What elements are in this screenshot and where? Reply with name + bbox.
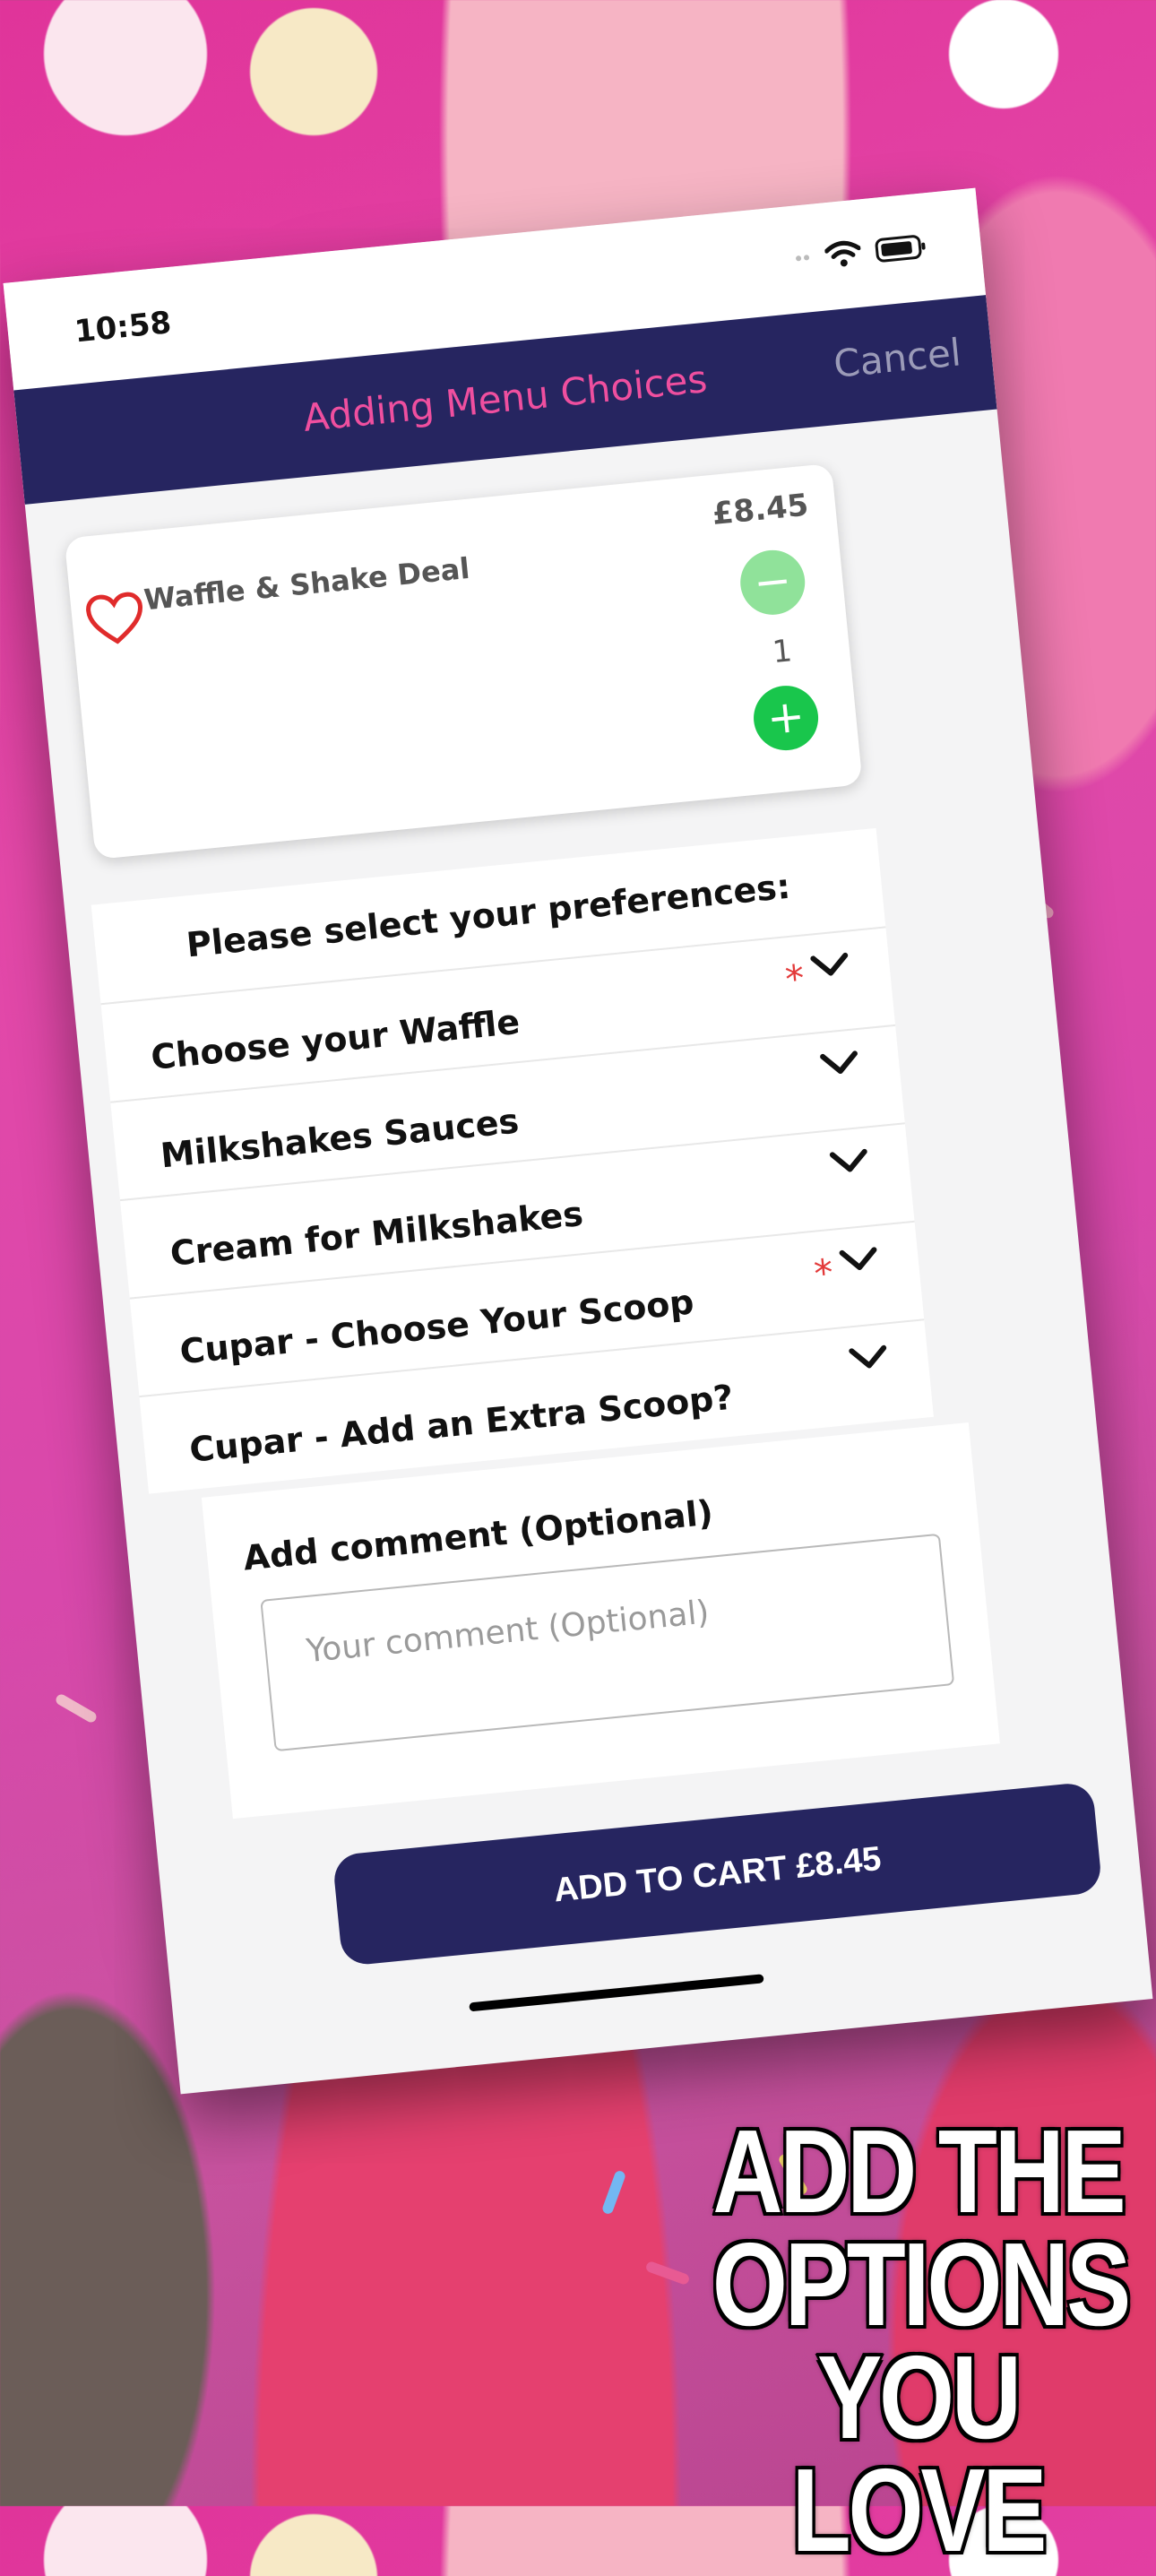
status-time: 10:58 (73, 305, 173, 350)
wifi-icon (824, 240, 861, 267)
preferences-section: Please select your preferences: Choose y… (91, 827, 934, 1494)
tagline-line: YOU LOVE (789, 2331, 1049, 2576)
chevron-down-icon[interactable] (838, 1244, 880, 1275)
tagline-line: ADD THE (711, 2105, 1128, 2237)
sprinkle-decoration (54, 1692, 99, 1725)
promo-tagline: ADD THE OPTIONS YOU LOVE (710, 2105, 1133, 2576)
chevron-down-icon[interactable] (819, 1048, 861, 1078)
chevron-down-icon[interactable] (828, 1145, 870, 1176)
home-indicator (469, 1974, 764, 2012)
product-price: £8.45 (711, 487, 810, 532)
chevron-down-icon[interactable] (809, 950, 851, 981)
sprinkle-decoration (644, 2260, 691, 2286)
battery-icon (875, 235, 926, 263)
increase-quantity-button[interactable]: + (750, 682, 822, 754)
signal-icon (796, 255, 810, 262)
decrease-quantity-button[interactable]: − (737, 547, 808, 618)
status-icons (794, 232, 928, 272)
cancel-button[interactable]: Cancel (832, 330, 962, 386)
sprinkle-decoration (600, 2169, 627, 2216)
comment-section: Add comment (Optional) (201, 1422, 1000, 1820)
required-marker: * (812, 1250, 836, 1296)
option-label: Milkshakes Sauces (159, 1101, 521, 1176)
app-screenshot: 10:58 Adding Menu Choices Cancel Waffle … (3, 187, 1153, 2095)
chevron-down-icon[interactable] (848, 1342, 890, 1372)
favorite-heart-icon[interactable] (84, 591, 146, 648)
required-marker: * (783, 955, 807, 1002)
tagline-line: OPTIONS (710, 2218, 1133, 2350)
quantity-value: 1 (771, 633, 794, 671)
product-name: Waffle & Shake Deal (142, 550, 471, 618)
product-card: Waffle & Shake Deal £8.45 − 1 + (64, 462, 863, 860)
add-to-cart-button[interactable]: ADD TO CART £8.45 (332, 1781, 1103, 1967)
